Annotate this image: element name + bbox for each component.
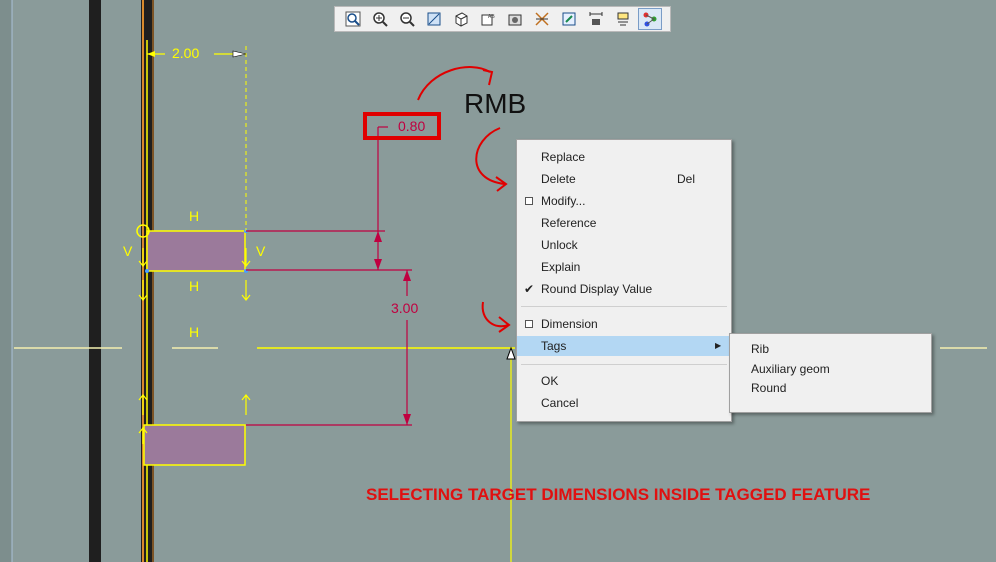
menu-item-label: Dimension [541,317,598,331]
constraints-display-button[interactable] [611,8,635,30]
zoom-out-icon [400,12,415,27]
dim-arrow [403,414,411,425]
menu-item-label: Cancel [541,396,579,410]
cursor-arrow-icon [506,346,516,360]
repaint-button[interactable] [422,8,446,30]
menu-item-label: Replace [541,150,586,164]
checkbox-icon [525,197,533,205]
annotation-display-button[interactable] [503,8,527,30]
dim-horizontal-value[interactable]: 2.00 [172,45,199,61]
menu-item-shortcut: Del [677,172,696,186]
sketch-canvas[interactable] [0,0,996,562]
submenu-item-round[interactable]: Round [751,378,786,398]
refit-button[interactable] [557,8,581,30]
rmb-label: RMB [464,88,527,119]
menu-item-label: Reference [541,216,597,230]
menu-item-delete[interactable]: Delete Del [517,169,731,189]
display-style-icon [455,12,468,27]
part-edge-strip-1 [89,0,101,562]
dim-arrow [232,50,247,58]
menu-item-round-display-value[interactable]: ✔ Round Display Value [517,279,731,299]
zoom-window-icon [345,11,361,27]
saved-views-icon: AB [481,14,495,26]
vertex-dot [145,269,149,273]
zoom-in-icon [373,12,388,27]
view-toolbar: AB [334,6,671,32]
rib-rect-bottom[interactable] [143,424,246,466]
constraints-display-icon [617,12,629,26]
menu-item-explain[interactable]: Explain [517,257,731,277]
menu-item-ok[interactable]: OK [517,371,731,391]
menu-item-dimension[interactable]: Dimension [517,314,731,334]
tags-submenu: Rib Auxiliary geom Round [729,333,932,413]
submenu-arrow-icon: ▶ [715,341,722,350]
dimension-display-icon [589,12,603,25]
repaint-icon [427,12,441,26]
dimension-display-button[interactable] [584,8,608,30]
zoom-window-button[interactable] [341,8,365,30]
menu-item-cancel[interactable]: Cancel [517,393,731,413]
zoom-in-button[interactable] [368,8,392,30]
zoom-out-button[interactable] [395,8,419,30]
sketch-display-icon [535,12,549,26]
constraint-v-left: V [123,243,133,259]
menu-item-label: Delete [541,172,576,186]
constraint-v-right: V [256,243,266,259]
menu-item-label: Tags [541,339,567,353]
checkbox-icon [525,320,533,328]
checkmark-icon: ✔ [524,282,535,296]
annotation-display-icon [508,14,522,26]
constraint-h-center: H [189,324,200,340]
menu-separator [521,306,727,307]
menu-item-label: Explain [541,260,581,274]
submenu-item-auxiliary-geom[interactable]: Auxiliary geom [751,359,830,379]
menu-separator [521,364,727,365]
display-style-button[interactable] [449,8,473,30]
selection-highlight-box [363,112,441,140]
caption-text: SELECTING TARGET DIMENSIONS INSIDE TAGGE… [366,485,871,504]
saved-views-button[interactable]: AB [476,8,500,30]
dim-vertical-value[interactable]: 3.00 [391,300,418,316]
refit-icon [562,12,576,26]
dim-arrow [403,270,411,281]
svg-text:AB: AB [488,14,495,20]
dim-arrow [374,259,382,270]
menu-item-modify[interactable]: Modify... [517,191,731,211]
menu-item-tags[interactable]: Tags ▶ [517,336,731,356]
sketch-display-button[interactable] [530,8,554,30]
submenu-item-rib[interactable]: Rib [751,339,769,359]
menu-item-unlock[interactable]: Unlock [517,235,731,255]
menu-item-label: Unlock [541,238,578,252]
menu-item-replace[interactable]: Replace [517,147,731,167]
context-menu: Replace Delete Del Modify... Reference Un… [516,139,732,422]
dim-arrow [374,231,382,242]
viewport-left-strip [0,0,12,562]
menu-item-label: OK [541,374,559,388]
menu-item-label: Modify... [541,194,586,208]
constraint-h-top: H [189,208,200,224]
vertex-display-icon [643,12,657,27]
rib-rect-top[interactable] [146,230,246,272]
constraint-h-bottom: H [189,278,200,294]
vertex-display-button[interactable] [638,8,662,30]
menu-item-label: Round Display Value [541,282,653,296]
menu-item-reference[interactable]: Reference [517,213,731,233]
